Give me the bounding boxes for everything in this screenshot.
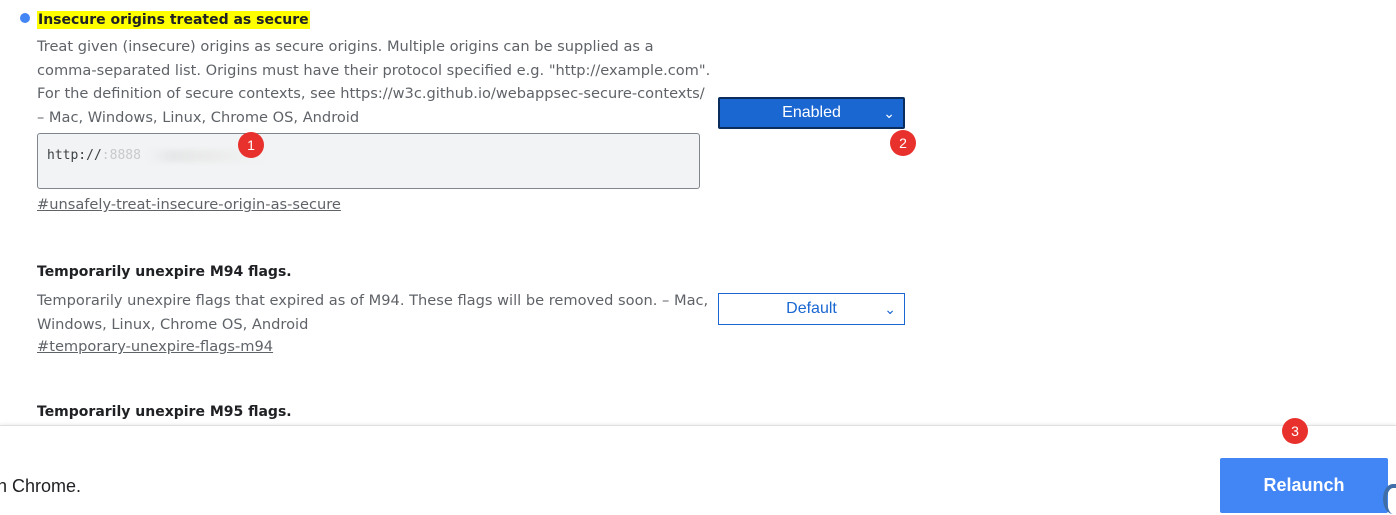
experiment-title: Temporarily unexpire M95 flags. <box>37 404 292 420</box>
description-line: comma-separated list. Origins must have … <box>37 61 711 79</box>
experiment-description: Temporarily unexpire flags that expired … <box>37 289 717 336</box>
experiment-unexpire-m94: Temporarily unexpire M94 flags. Temporar… <box>37 261 717 355</box>
chevron-down-icon: ⌄ <box>884 301 896 317</box>
textarea-value-tail: :8888 <box>101 148 141 163</box>
select-value: Enabled <box>782 104 841 121</box>
unexpire-m94-select[interactable]: Default ⌄ <box>718 293 905 325</box>
description-line: Temporarily unexpire flags that expired … <box>37 292 709 309</box>
chevron-down-icon: ⌄ <box>883 105 895 121</box>
description-line: – Mac, Windows, Linux, Chrome OS, Androi… <box>37 108 360 126</box>
partial-icon <box>1383 484 1396 514</box>
flags-page: Insecure origins treated as secure Treat… <box>0 0 1396 515</box>
blue-dot-icon <box>20 13 30 23</box>
origins-textarea[interactable]: http://:8888 <box>37 133 700 189</box>
description-line: For the definition of secure contexts, s… <box>37 85 705 102</box>
relaunch-message: nch Chrome. <box>0 476 82 496</box>
annotation-badge-1: 1 <box>238 132 264 158</box>
description-line: Windows, Linux, Chrome OS, Android <box>37 315 309 333</box>
experiment-unexpire-m95: Temporarily unexpire M95 flags. <box>37 401 717 421</box>
experiment-description: Treat given (insecure) origins as secure… <box>37 35 717 129</box>
relaunch-button[interactable]: Relaunch <box>1220 458 1388 513</box>
experiment-permalink[interactable]: #temporary-unexpire-flags-m94 <box>37 338 273 355</box>
annotation-badge-2: 2 <box>890 130 916 156</box>
experiment-insecure-origins: Insecure origins treated as secure Treat… <box>37 9 717 213</box>
insecure-origins-select[interactable]: Enabled ⌄ <box>718 97 905 129</box>
textarea-value: http:// <box>47 148 102 163</box>
relaunch-bar: nch Chrome. Relaunch <box>0 425 1396 515</box>
experiment-title: Insecure origins treated as secure <box>37 11 310 29</box>
experiment-title: Temporarily unexpire M94 flags. <box>37 264 292 280</box>
select-value: Default <box>786 300 837 317</box>
experiment-permalink[interactable]: #unsafely-treat-insecure-origin-as-secur… <box>37 196 341 213</box>
description-line: Treat given (insecure) origins as secure… <box>37 38 654 55</box>
annotation-badge-3: 3 <box>1282 418 1308 444</box>
